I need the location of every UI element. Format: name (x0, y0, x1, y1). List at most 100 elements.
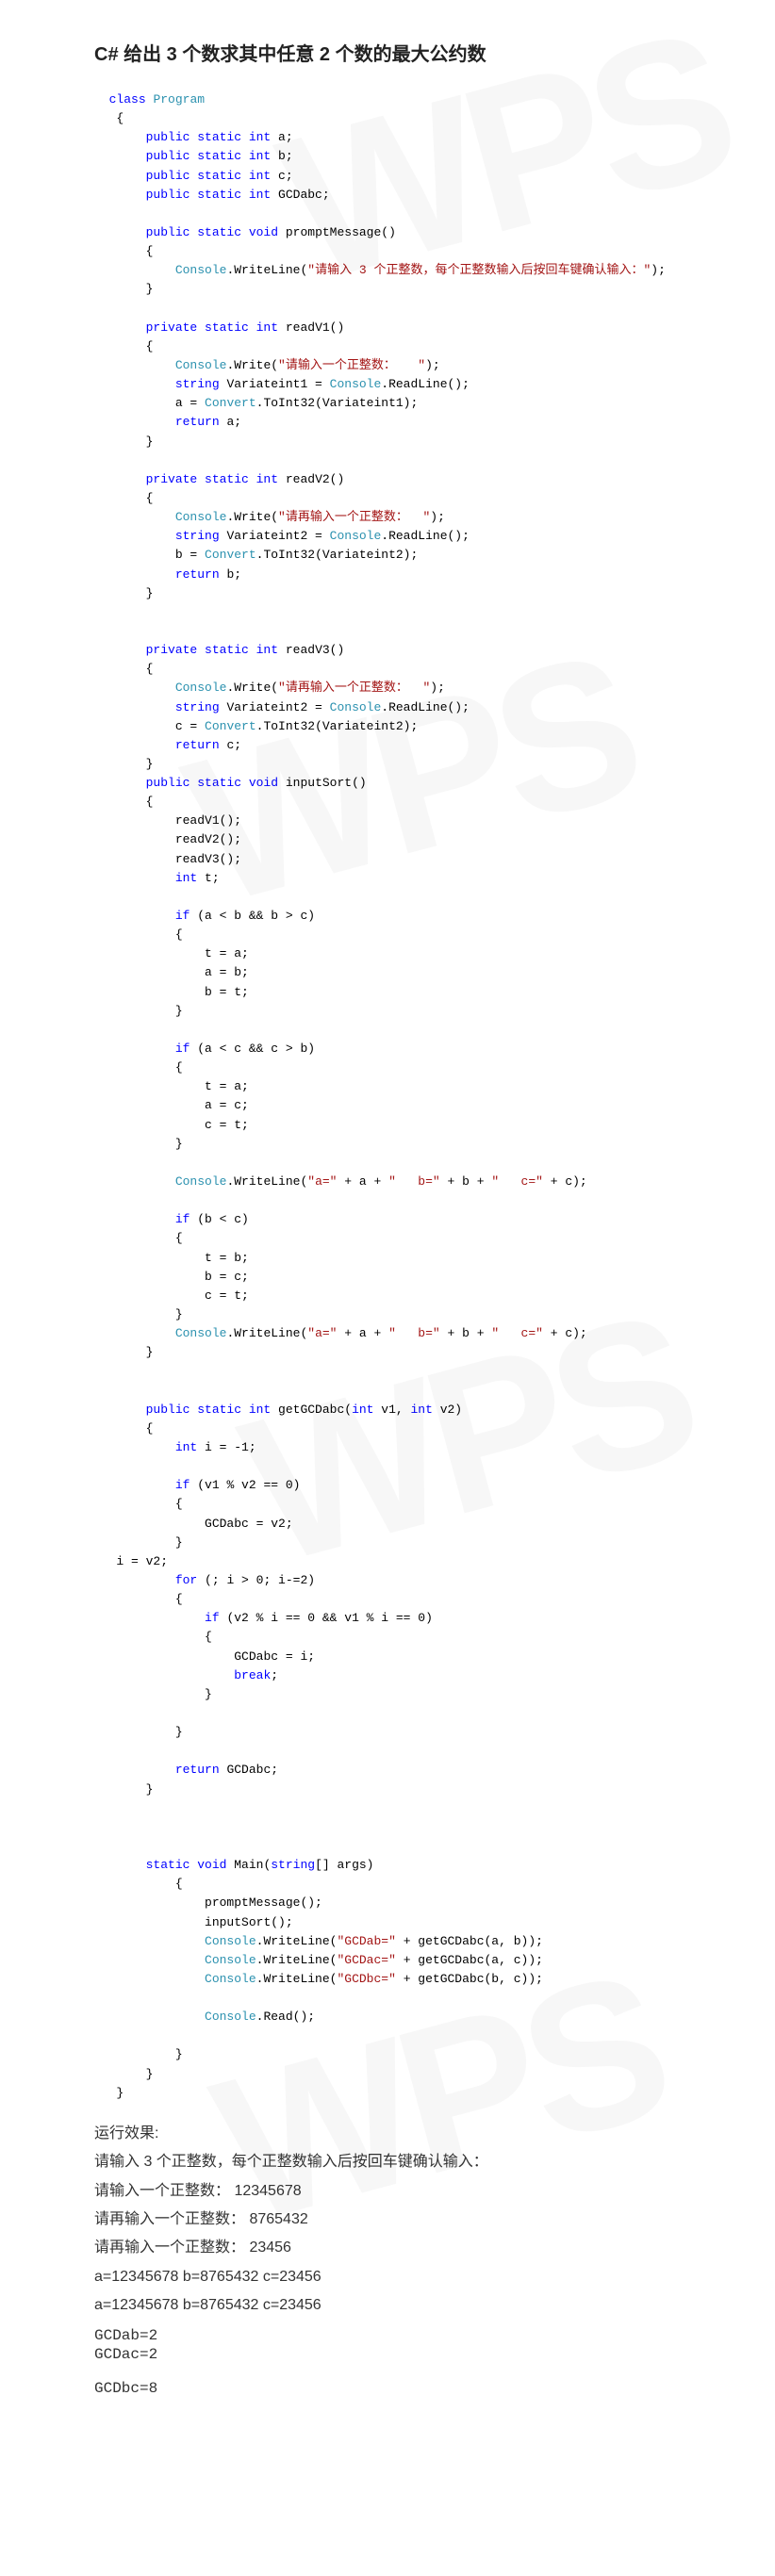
str: " b=" (388, 1326, 440, 1340)
txt: GCDabc = i; (234, 1649, 315, 1664)
call: .Write( (226, 358, 278, 372)
kw-string: string (271, 1858, 315, 1872)
txt: .ReadLine(); (381, 529, 470, 543)
output-label: 运行效果: (94, 2120, 728, 2148)
cls-console: Console (175, 681, 227, 695)
call: .WriteLine( (226, 263, 307, 277)
txt: .ReadLine(); (381, 700, 470, 714)
txt: readV1(); (175, 813, 241, 828)
field-a: a; (278, 130, 293, 144)
txt: + c); (543, 1174, 587, 1189)
txt: t; (197, 871, 219, 885)
method-prompt: promptMessage() (286, 225, 396, 239)
txt: ; (271, 1668, 278, 1682)
close: ); (425, 358, 440, 372)
txt: Variateint1 = (220, 377, 330, 391)
code-block: class Program { public static int a; pub… (94, 90, 728, 2103)
txt: readV3(); (175, 852, 241, 866)
kw-method: public static int (146, 1403, 272, 1417)
txt: Variateint2 = (220, 529, 330, 543)
kw-return: return (175, 567, 220, 582)
txt: b; (220, 567, 241, 582)
kw-int: int (410, 1403, 432, 1417)
kw-field: public static int (146, 169, 272, 183)
kw-return: return (175, 1763, 220, 1777)
txt: + c); (543, 1326, 587, 1340)
txt: + b + (440, 1326, 492, 1340)
call: .WriteLine( (256, 1953, 338, 1967)
txt: inputSort(); (205, 1915, 293, 1929)
output-line: GCDac=2 (94, 2345, 728, 2365)
page-title: C# 给出 3 个数求其中任意 2 个数的最大公约数 (94, 38, 728, 72)
txt: + getGCDabc(b, c)); (396, 1972, 543, 1986)
txt: (a < c && c > b) (190, 1042, 315, 1056)
str-prompt: "请输入 3 个正整数，每个正整数输入后按回车键确认输入：" (307, 263, 651, 277)
kw-int: int (175, 1440, 197, 1454)
kw-return: return (175, 738, 220, 752)
txt: v2) (433, 1403, 462, 1417)
cls-console: Console (175, 358, 227, 372)
kw-int: int (175, 871, 197, 885)
output-block: 运行效果: 请输入 3 个正整数，每个正整数输入后按回车键确认输入： 请输入一个… (94, 2120, 728, 2404)
kw-method: static void (146, 1858, 227, 1872)
call: .WriteLine( (226, 1326, 307, 1340)
kw-if: if (175, 909, 190, 923)
cls-console: Console (330, 529, 382, 543)
method-inputsort: inputSort() (286, 776, 367, 790)
kw-for: for (175, 1573, 197, 1587)
kw-method: public static void (146, 776, 278, 790)
str: "GCDab=" (337, 1934, 395, 1948)
output-line: a=12345678 b=8765432 c=23456 (94, 2291, 728, 2320)
str: "请输入一个正整数： " (278, 358, 425, 372)
str: " c=" (491, 1174, 543, 1189)
txt: b = (175, 548, 205, 562)
txt: .ToInt32(Variateint2); (256, 548, 419, 562)
txt: .ToInt32(Variateint2); (256, 719, 419, 733)
txt: (; i > 0; i-=2) (197, 1573, 315, 1587)
field-c: c; (278, 169, 293, 183)
kw-method: public static void (146, 225, 278, 239)
str: "a=" (307, 1174, 337, 1189)
txt: v1, (373, 1403, 410, 1417)
call: .WriteLine( (226, 1174, 307, 1189)
txt: b = t; (205, 985, 249, 999)
kw-if: if (175, 1212, 190, 1226)
kw-field: public static int (146, 130, 272, 144)
cls-console: Console (175, 1326, 227, 1340)
method-readv1: readV1() (286, 320, 344, 335)
txt: GCDabc; (220, 1763, 278, 1777)
str: "请再输入一个正整数： " (278, 681, 430, 695)
txt: GCDabc = v2; (205, 1517, 293, 1531)
txt: + b + (440, 1174, 492, 1189)
txt: + getGCDabc(a, b)); (396, 1934, 543, 1948)
txt: a = (175, 396, 205, 410)
str: "请再输入一个正整数： " (278, 510, 430, 524)
method-readv2: readV2() (286, 472, 344, 486)
call: .WriteLine( (256, 1972, 338, 1986)
txt: c = t; (205, 1288, 249, 1303)
cls-console: Console (205, 1934, 256, 1948)
cls-console: Console (330, 377, 382, 391)
txt: (b < c) (190, 1212, 248, 1226)
txt: (v2 % i == 0 && v1 % i == 0) (220, 1611, 433, 1625)
str: " c=" (491, 1326, 543, 1340)
kw-if: if (205, 1611, 220, 1625)
cls-console: Console (175, 1174, 227, 1189)
output-line: a=12345678 b=8765432 c=23456 (94, 2263, 728, 2291)
cls-console: Console (330, 700, 382, 714)
txt: t = a; (205, 1079, 249, 1093)
kw-class: class (109, 92, 146, 107)
txt: c = t; (205, 1118, 249, 1132)
output-line: 请再输入一个正整数： 23456 (94, 2234, 728, 2262)
cls-console: Console (205, 1953, 256, 1967)
kw-field: public static int (146, 149, 272, 163)
str: "GCDac=" (337, 1953, 395, 1967)
kw-string: string (175, 377, 220, 391)
call: .WriteLine( (256, 1934, 338, 1948)
close: ); (430, 681, 445, 695)
kw-method: private static int (146, 472, 278, 486)
output-line: 请再输入一个正整数： 8765432 (94, 2206, 728, 2234)
close: ); (651, 263, 666, 277)
txt: Variateint2 = (220, 700, 330, 714)
txt: i = -1; (197, 1440, 256, 1454)
